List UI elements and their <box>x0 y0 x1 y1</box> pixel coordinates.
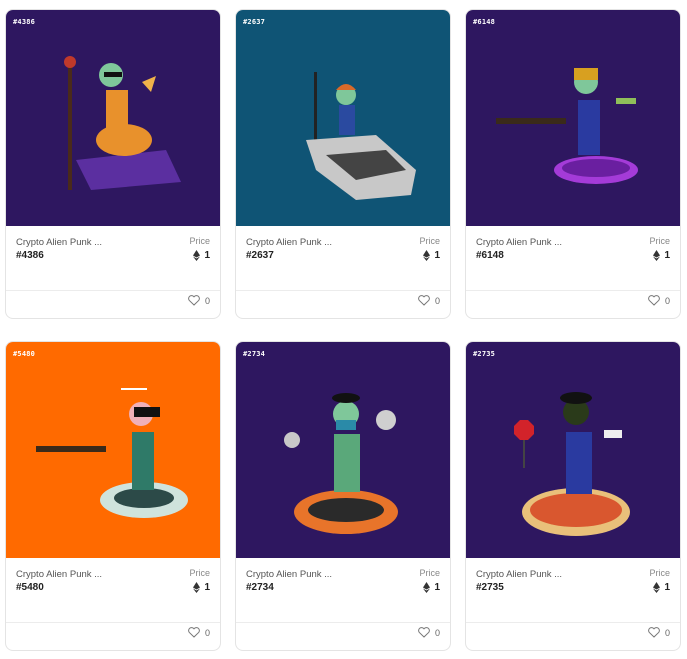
price-label: Price <box>419 568 440 578</box>
price-label: Price <box>189 236 210 246</box>
heart-icon[interactable] <box>418 295 430 306</box>
ethereum-icon <box>193 582 201 593</box>
token-tag: #6148 <box>473 18 496 26</box>
like-count: 0 <box>204 627 210 638</box>
heart-icon[interactable] <box>188 295 200 306</box>
divider <box>6 290 220 291</box>
like-button[interactable]: 0 <box>648 627 670 638</box>
like-count: 0 <box>434 295 440 306</box>
nft-artwork[interactable]: #5480 <box>6 342 220 558</box>
price-value: 1 <box>653 250 670 261</box>
token-tag: #2735 <box>473 350 496 358</box>
heart-icon[interactable] <box>418 627 430 638</box>
ethereum-icon <box>193 250 201 261</box>
token-tag: #4386 <box>13 18 36 26</box>
price-value: 1 <box>193 582 210 593</box>
heart-icon[interactable] <box>648 627 660 638</box>
price-value: 1 <box>653 582 670 593</box>
like-count: 0 <box>434 627 440 638</box>
token-id: #6148 <box>476 250 504 261</box>
collection-name[interactable]: Crypto Alien Punk ... <box>476 569 562 580</box>
alien-punk-illustration <box>496 68 638 184</box>
nft-artwork[interactable]: #2734 <box>236 342 450 558</box>
alien-punk-illustration <box>284 393 398 534</box>
nft-artwork[interactable]: #4386 <box>6 10 220 226</box>
price-amount: 1 <box>434 582 440 593</box>
price-amount: 1 <box>664 250 670 261</box>
price-value: 1 <box>423 250 440 261</box>
price-amount: 1 <box>434 250 440 261</box>
like-button[interactable]: 0 <box>188 627 210 638</box>
heart-icon[interactable] <box>188 627 200 638</box>
collection-name[interactable]: Crypto Alien Punk ... <box>16 237 102 248</box>
divider <box>6 622 220 623</box>
collection-name[interactable]: Crypto Alien Punk ... <box>246 237 332 248</box>
token-id: #2735 <box>476 582 504 593</box>
nft-card[interactable]: #5480 Crypto Alien Punk ... #5480 Price … <box>5 341 221 651</box>
price-label: Price <box>189 568 210 578</box>
nft-artwork[interactable]: #2637 <box>236 10 450 226</box>
divider <box>466 622 680 623</box>
nft-card[interactable]: #4386 Crypto Alien Punk ... #4386 Price … <box>5 9 221 319</box>
collection-name[interactable]: Crypto Alien Punk ... <box>16 569 102 580</box>
divider <box>236 290 450 291</box>
price-amount: 1 <box>204 582 210 593</box>
nft-artwork[interactable]: #6148 <box>466 10 680 226</box>
price-label: Price <box>649 568 670 578</box>
price-amount: 1 <box>664 582 670 593</box>
ethereum-icon <box>423 582 431 593</box>
token-tag: #2734 <box>243 350 266 358</box>
alien-punk-illustration <box>514 392 630 536</box>
collection-name[interactable]: Crypto Alien Punk ... <box>476 237 562 248</box>
ethereum-icon <box>653 582 661 593</box>
price-amount: 1 <box>204 250 210 261</box>
like-count: 0 <box>204 295 210 306</box>
heart-icon[interactable] <box>648 295 660 306</box>
divider <box>466 290 680 291</box>
price-value: 1 <box>193 250 210 261</box>
price-value: 1 <box>423 582 440 593</box>
nft-card[interactable]: #2734 Crypto Alien Punk ... #2734 Price … <box>235 341 451 651</box>
nft-artwork[interactable]: #2735 <box>466 342 680 558</box>
divider <box>236 622 450 623</box>
nft-card[interactable]: #2637 Crypto Alien Punk ... #2637 Price … <box>235 9 451 319</box>
token-id: #5480 <box>16 582 44 593</box>
alien-punk-illustration <box>36 388 188 518</box>
token-tag: #5480 <box>13 350 36 358</box>
like-button[interactable]: 0 <box>648 295 670 306</box>
token-id: #2637 <box>246 250 274 261</box>
nft-card[interactable]: #2735 Crypto Alien Punk ... #2735 Price … <box>465 341 681 651</box>
price-label: Price <box>419 236 440 246</box>
token-id: #4386 <box>16 250 44 261</box>
ethereum-icon <box>653 250 661 261</box>
collection-name[interactable]: Crypto Alien Punk ... <box>246 569 332 580</box>
ethereum-icon <box>423 250 431 261</box>
like-button[interactable]: 0 <box>418 295 440 306</box>
like-button[interactable]: 0 <box>418 627 440 638</box>
like-count: 0 <box>664 295 670 306</box>
like-count: 0 <box>664 627 670 638</box>
token-id: #2734 <box>246 582 274 593</box>
token-tag: #2637 <box>243 18 266 26</box>
like-button[interactable]: 0 <box>188 295 210 306</box>
price-label: Price <box>649 236 670 246</box>
alien-punk-illustration <box>306 72 416 200</box>
alien-punk-illustration <box>64 56 181 190</box>
nft-card[interactable]: #6148 Crypto Alien Punk ... #6148 Price … <box>465 9 681 319</box>
